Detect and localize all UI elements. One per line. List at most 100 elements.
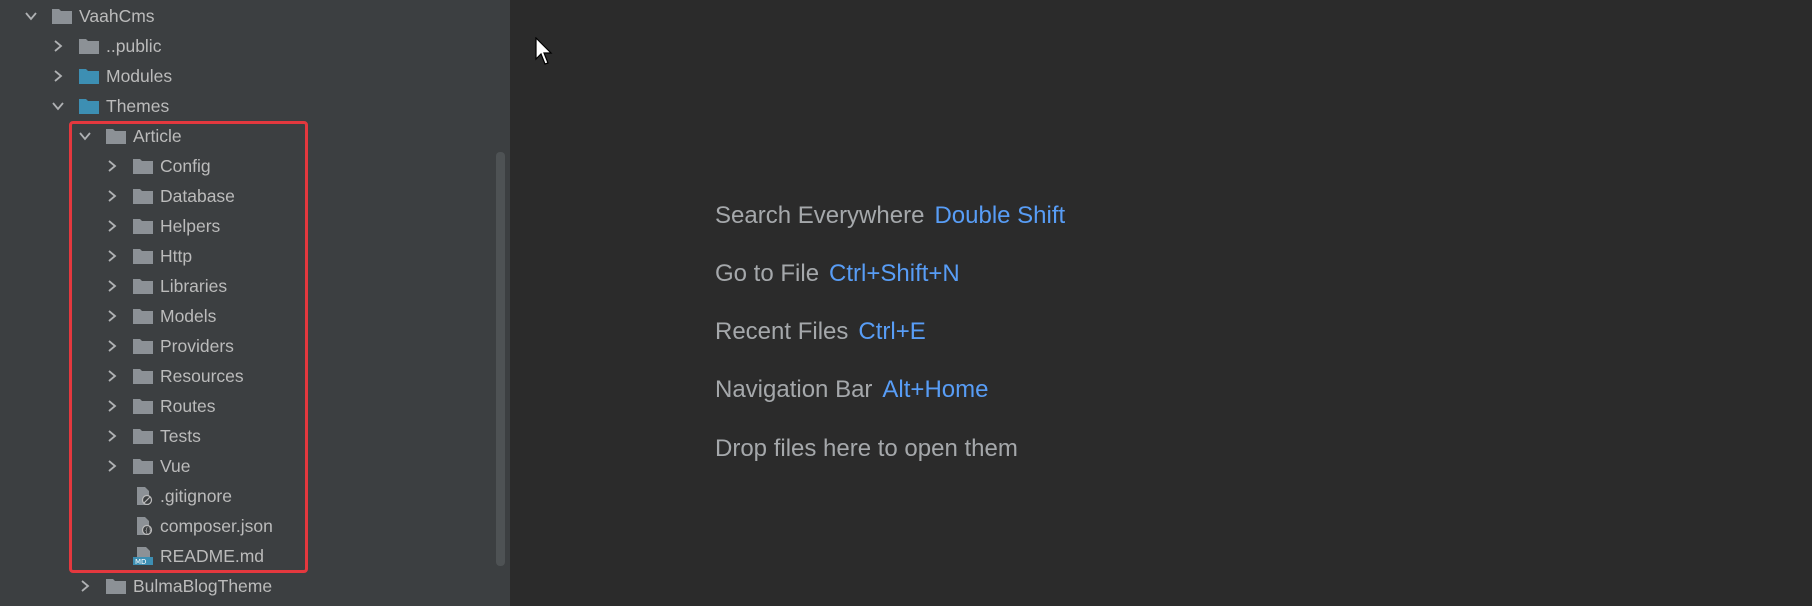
svg-text:MD: MD [135,558,146,565]
hint-drop-files: Drop files here to open them [715,435,1018,463]
tree-item-providers[interactable]: Providers [104,331,234,361]
chevron-right-icon[interactable] [104,308,120,324]
tree-item-label: Vue [160,455,191,476]
tree-item-label: Database [160,185,235,206]
tree-item-composer-json[interactable]: {} composer.json [104,511,273,541]
hint-label: Navigation Bar [715,376,873,403]
folder-icon [132,217,154,235]
tree-item-tests[interactable]: Tests [104,421,201,451]
chevron-right-icon[interactable] [104,338,120,354]
folder-icon [105,577,127,595]
tree-item-label: Article [133,125,182,146]
hint-shortcut: Ctrl+Shift+N [829,260,960,287]
tree-item-label: Providers [160,335,234,356]
chevron-right-icon[interactable] [104,398,120,414]
tree-item-modules[interactable]: Modules [50,61,172,91]
tree-item-themes[interactable]: Themes [50,91,169,121]
hint-recent-files: Recent Files Ctrl+E [715,318,926,346]
hint-label: Search Everywhere [715,202,925,229]
tree-item-database[interactable]: Database [104,181,235,211]
markdown-file-icon: MD [132,547,154,565]
hint-shortcut: Double Shift [934,202,1066,229]
tree-item-config[interactable]: Config [104,151,211,181]
folder-icon [132,367,154,385]
hint-navigation-bar: Navigation Bar Alt+Home [715,376,988,404]
tree-item-resources[interactable]: Resources [104,361,244,391]
tree-item-helpers[interactable]: Helpers [104,211,220,241]
tree-item-bulmablogtheme[interactable]: BulmaBlogTheme [77,571,272,601]
project-tree-panel: VaahCms ..public Modules Themes Article Confi… [0,0,510,606]
chevron-right-icon[interactable] [104,428,120,444]
tree-item-label: README.md [160,545,265,566]
chevron-placeholder [104,548,120,564]
chevron-right-icon[interactable] [50,38,66,54]
hint-label: Recent Files [715,318,849,345]
chevron-right-icon[interactable] [104,188,120,204]
tree-item-routes[interactable]: Routes [104,391,215,421]
chevron-placeholder [104,488,120,504]
folder-icon [132,337,154,355]
chevron-right-icon[interactable] [104,458,120,474]
tree-item-label: Models [160,305,217,326]
tree-item-label: Config [160,155,211,176]
folder-icon [132,157,154,175]
svg-text:{}: {} [145,528,152,535]
chevron-down-icon[interactable] [77,128,93,144]
chevron-right-icon[interactable] [104,218,120,234]
folder-icon [78,67,100,85]
tree-item-label: .gitignore [160,485,232,506]
tree-item-label: Libraries [160,275,228,296]
chevron-placeholder [104,518,120,534]
tree-item-public[interactable]: ..public [50,31,161,61]
folder-icon [132,277,154,295]
tree-item-label: VaahCms [79,5,155,26]
hint-label: Go to File [715,260,820,287]
hint-go-to-file: Go to File Ctrl+Shift+N [715,260,960,288]
tree-item-label: Http [160,245,193,266]
folder-icon [132,397,154,415]
folder-icon [78,97,100,115]
tree-item-label: ..public [106,35,162,56]
hint-label: Drop files here to open them [715,435,1018,462]
mouse-cursor-icon [535,37,553,65]
tree-item-label: Tests [160,425,201,446]
tree-item-vaahcms[interactable]: VaahCms [23,1,155,31]
editor-empty-area[interactable] [510,0,1812,606]
json-file-icon: {} [132,517,154,535]
tree-item-label: Routes [160,395,216,416]
folder-icon [132,247,154,265]
tree-item-label: Helpers [160,215,221,236]
folder-icon [78,37,100,55]
tree-item-article[interactable]: Article [77,121,182,151]
chevron-right-icon[interactable] [50,68,66,84]
folder-icon [132,187,154,205]
tree-item-vue[interactable]: Vue [104,451,191,481]
tree-item-libraries[interactable]: Libraries [104,271,227,301]
tree-item-gitignore[interactable]: .gitignore [104,481,232,511]
chevron-right-icon[interactable] [77,578,93,594]
tree-item-http[interactable]: Http [104,241,192,271]
folder-icon [51,7,73,25]
tree-item-models[interactable]: Models [104,301,216,331]
tree-item-label: Resources [160,365,244,386]
folder-icon [132,457,154,475]
hint-shortcut: Ctrl+E [858,318,926,345]
chevron-right-icon[interactable] [104,368,120,384]
hint-shortcut: Alt+Home [882,376,989,403]
tree-scrollbar[interactable] [496,152,505,566]
folder-icon [132,307,154,325]
hint-search-everywhere: Search Everywhere Double Shift [715,202,1065,230]
chevron-right-icon[interactable] [104,248,120,264]
chevron-right-icon[interactable] [104,158,120,174]
chevron-down-icon[interactable] [50,98,66,114]
folder-icon [105,127,127,145]
tree-item-label: composer.json [160,515,273,536]
tree-item-label: BulmaBlogTheme [133,575,273,596]
tree-item-label: Modules [106,65,173,86]
chevron-right-icon[interactable] [104,278,120,294]
tree-item-readme-md[interactable]: MD README.md [104,541,264,571]
gitignore-file-icon [132,487,154,505]
tree-item-label: Themes [106,95,170,116]
chevron-down-icon[interactable] [23,8,39,24]
folder-icon [132,427,154,445]
